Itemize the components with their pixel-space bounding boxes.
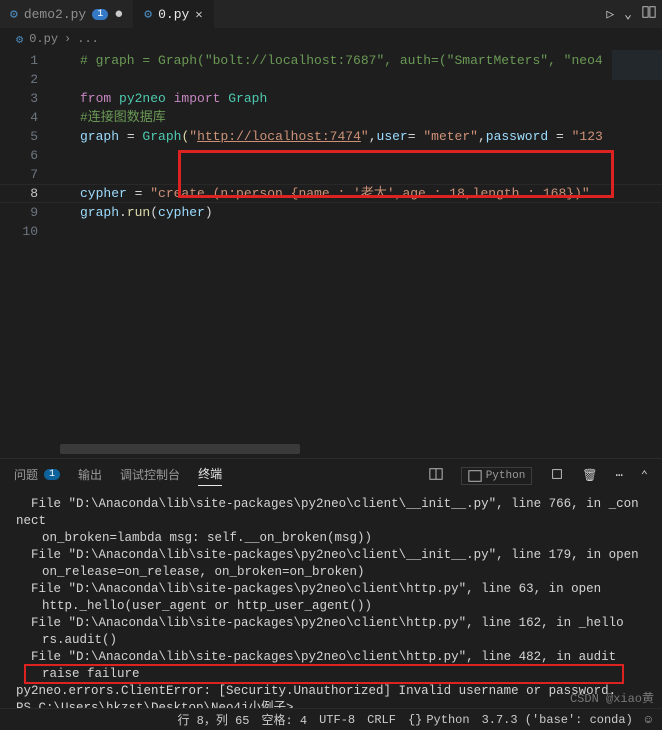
kill-terminal-icon[interactable] [550,467,564,485]
minimap[interactable] [612,50,662,458]
tab-problems[interactable]: 问题 1 [14,466,60,486]
python-file-icon: ⚙ [144,7,152,22]
tab-badge: 1 [92,9,108,20]
tab-demo2[interactable]: ⚙ demo2.py 1 ● [0,0,134,28]
terminal-profile-selector[interactable]: Python [461,467,533,485]
tab-bar: ⚙ demo2.py 1 ● ⚙ 0.py ✕ ▷ ⌄ [0,0,662,28]
status-spaces[interactable]: 空格: 4 [262,711,308,728]
python-file-icon: ⚙ [16,32,23,47]
editor-actions: ▷ ⌄ [606,0,656,28]
panel-tab-bar: 问题 1 输出 调试控制台 终端 Python 🗑 ⋯ ⌃ [0,459,662,492]
more-icon[interactable]: ⋯ [616,468,623,483]
feedback-icon[interactable]: ☺ [645,713,652,727]
close-icon[interactable]: ✕ [195,7,202,22]
tab-debug-console[interactable]: 调试控制台 [120,466,180,486]
breadcrumb-file: 0.py [29,32,58,46]
run-button[interactable]: ▷ [606,7,614,22]
split-panel-icon[interactable] [429,467,443,485]
annotation-box [24,664,624,684]
code-area[interactable]: # graph = Graph("bolt://localhost:7687",… [80,50,662,241]
chevron-right-icon: › [64,32,71,46]
status-eol[interactable]: CRLF [367,713,396,727]
horizontal-scrollbar[interactable] [60,444,300,454]
tab-0py[interactable]: ⚙ 0.py ✕ [134,0,213,28]
status-language[interactable]: {} Python [408,713,470,727]
split-editor-icon[interactable] [642,5,656,23]
tab-terminal[interactable]: 终端 [198,465,222,486]
status-interpreter[interactable]: 3.7.3 ('base': conda) [482,713,633,727]
problems-count: 1 [44,469,60,480]
annotation-box [178,150,614,198]
bottom-panel: 问题 1 输出 调试控制台 终端 Python 🗑 ⋯ ⌃ File "D:\A… [0,458,662,708]
trash-icon[interactable]: 🗑 [582,468,597,483]
status-ln-col[interactable]: 行 8，列 65 [177,711,249,728]
status-bar: 行 8，列 65 空格: 4 UTF-8 CRLF {} Python 3.7.… [0,708,662,730]
status-encoding[interactable]: UTF-8 [319,713,355,727]
chevron-up-icon[interactable]: ⌃ [641,468,648,483]
tab-output[interactable]: 输出 [78,466,102,486]
code-editor[interactable]: 12345678910 # graph = Graph("bolt://loca… [0,50,662,458]
terminal-output[interactable]: File "D:\Anaconda\lib\site-packages\py2n… [0,492,662,708]
python-file-icon: ⚙ [10,7,18,22]
watermark: CSDN @xiao黄 [570,689,654,706]
dirty-dot-icon: ● [114,7,123,22]
line-gutter: 12345678910 [0,50,60,241]
tab-label: 0.py [158,7,189,22]
breadcrumb-more: ... [77,32,99,46]
run-chevron-icon[interactable]: ⌄ [624,7,632,22]
breadcrumb[interactable]: ⚙ 0.py › ... [0,28,662,50]
tab-label: demo2.py [24,7,86,22]
curly-icon: {} [408,713,422,727]
